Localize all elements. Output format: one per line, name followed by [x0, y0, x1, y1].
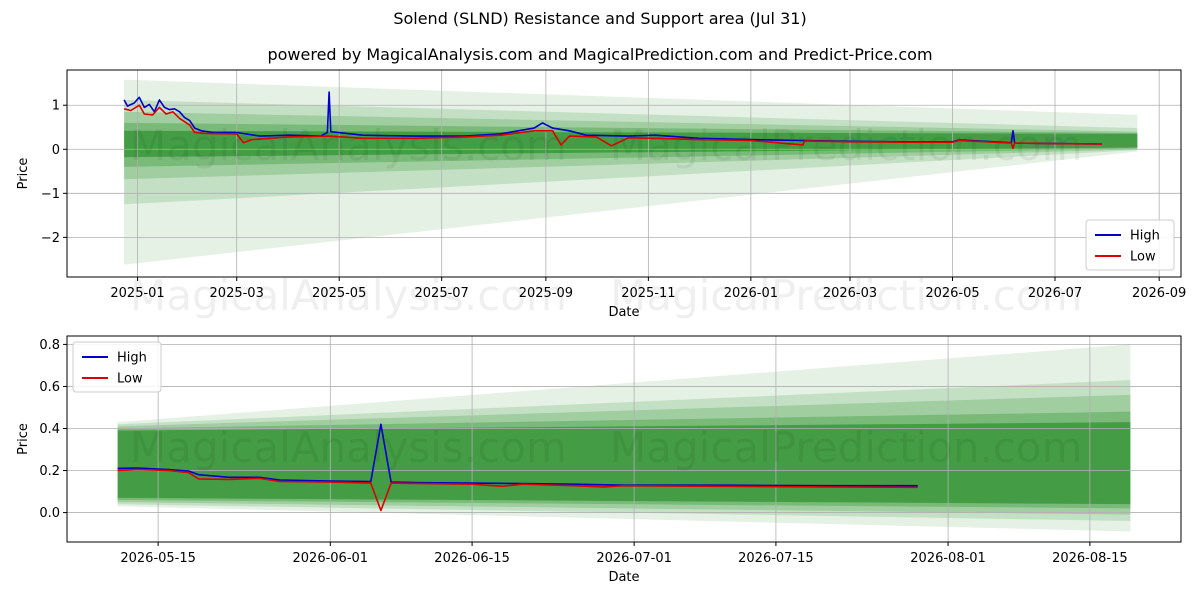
legend-label-low: Low — [1130, 250, 1156, 265]
x-tick-label: 2026-08-01 — [910, 551, 986, 566]
watermark: MagicalAnalysis.com — [130, 271, 567, 320]
x-tick-label: 2026-07-15 — [738, 551, 814, 566]
y-tick-label: 0.8 — [39, 338, 60, 353]
x-tick-label: 2026-09 — [1132, 286, 1186, 301]
watermark: MagicalPrediction.com — [610, 271, 1083, 320]
y-axis-label: Price — [16, 158, 31, 190]
y-tick-label: 0.6 — [39, 380, 60, 395]
chart-panel-2: MagicalAnalysis.com MagicalPrediction.com… — [16, 335, 1182, 585]
y-tick-label: −1 — [41, 187, 60, 202]
watermark: MagicalPrediction.com — [610, 423, 1083, 472]
x-tick-label: 2026-07-01 — [596, 551, 672, 566]
x-tick-label: 2026-06-01 — [293, 551, 369, 566]
y-tick-label: 0.2 — [39, 464, 60, 479]
legend: High Low — [72, 341, 162, 393]
legend-label-high: High — [117, 351, 147, 366]
y-tick-label: 0 — [52, 143, 60, 158]
legend-label-high: High — [1130, 229, 1160, 244]
x-tick-label: 2026-06-15 — [434, 551, 510, 566]
x-axis-label: Date — [608, 570, 639, 585]
resistance-support-area — [124, 79, 1138, 265]
y-tick-label: 0.4 — [39, 422, 60, 437]
x-tick-label: 2026-08-15 — [1052, 551, 1128, 566]
y-tick-label: 0.0 — [39, 506, 60, 521]
legend-label-low: Low — [117, 372, 143, 387]
legend: High Low — [1085, 219, 1175, 271]
watermark: MagicalAnalysis.com — [130, 423, 567, 472]
y-tick-label: 1 — [52, 99, 60, 114]
y-tick-label: −2 — [41, 231, 60, 246]
y-axis-label: Price — [16, 423, 31, 455]
chart-canvas: MagicalAnalysis.com MagicalPrediction.com… — [16, 69, 1186, 585]
x-tick-label: 2026-05-15 — [120, 551, 196, 566]
